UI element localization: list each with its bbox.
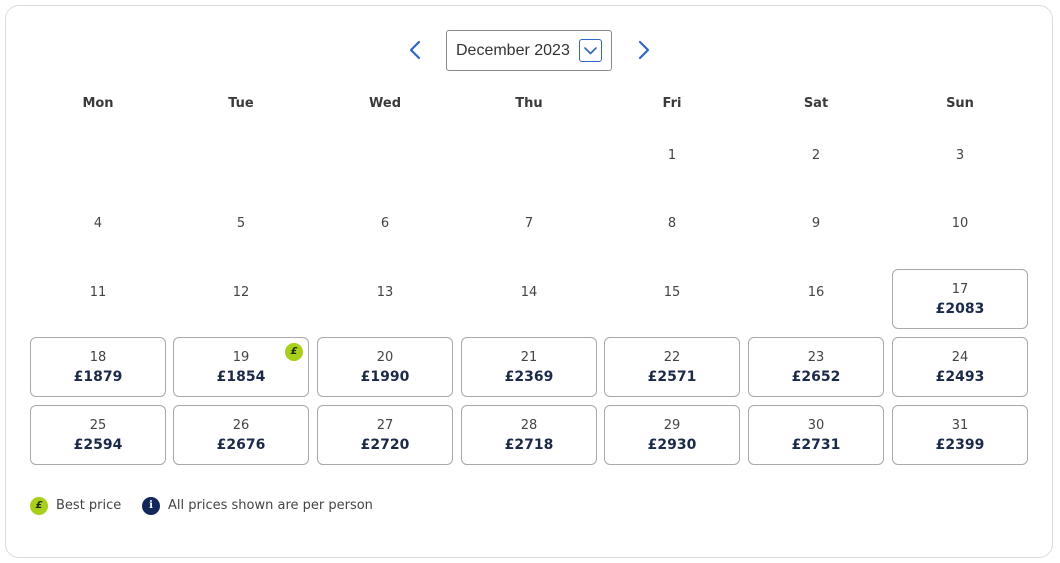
day-cell-priced[interactable]: 29 £2930 (604, 405, 740, 465)
day-number: 25 (89, 418, 107, 433)
day-cell-priced[interactable]: 21 £2369 (461, 337, 597, 397)
day-number: 23 (807, 350, 825, 365)
day-cell: 1 (604, 132, 740, 192)
day-cell-priced[interactable]: 24 £2493 (892, 337, 1028, 397)
day-cell: 13 (317, 269, 453, 329)
day-price: £2720 (360, 437, 410, 453)
day-cell: 2 (748, 132, 884, 192)
day-cell-priced[interactable]: 25 £2594 (30, 405, 166, 465)
chevron-right-icon (638, 40, 650, 60)
day-price: £2930 (647, 437, 697, 453)
day-number: 7 (524, 216, 534, 231)
weekday-sat: Sat (803, 96, 829, 111)
day-price: £1990 (360, 369, 410, 385)
day-number: 2 (811, 148, 821, 163)
day-price: £2676 (216, 437, 266, 453)
weekday-fri: Fri (662, 96, 682, 111)
day-price: £2369 (504, 369, 554, 385)
day-price: £2652 (791, 369, 841, 385)
day-cell-priced[interactable]: 19 £1854 £ (173, 337, 309, 397)
day-cell: 14 (461, 269, 597, 329)
day-cell-priced[interactable]: 18 £1879 (30, 337, 166, 397)
day-number: 10 (951, 216, 969, 231)
weekday-header-row: Mon Tue Wed Thu Fri Sat Sun (0, 96, 1060, 116)
day-number: 4 (93, 216, 103, 231)
month-select[interactable]: December 2023 (446, 30, 612, 71)
day-cell: 4 (30, 200, 166, 260)
best-price-badge-icon: £ (285, 343, 303, 361)
day-price: £2718 (504, 437, 554, 453)
day-cell: 8 (604, 200, 740, 260)
day-cell: 5 (173, 200, 309, 260)
day-cell-priced[interactable]: 28 £2718 (461, 405, 597, 465)
day-cell-priced[interactable]: 31 £2399 (892, 405, 1028, 465)
day-number: 5 (236, 216, 246, 231)
day-number: 14 (520, 285, 538, 300)
day-number: 31 (951, 418, 969, 433)
day-number: 6 (380, 216, 390, 231)
day-number: 30 (807, 418, 825, 433)
previous-month-button[interactable] (404, 38, 428, 62)
day-price: £1854 (216, 369, 266, 385)
month-select-value: December 2023 (456, 42, 570, 59)
day-number: 11 (89, 285, 107, 300)
day-cell: 9 (748, 200, 884, 260)
day-number: 29 (663, 418, 681, 433)
weekday-mon: Mon (82, 96, 114, 111)
day-cell-priced[interactable]: 27 £2720 (317, 405, 453, 465)
weekday-wed: Wed (369, 96, 401, 111)
day-cell: 10 (892, 200, 1028, 260)
day-cell: 3 (892, 132, 1028, 192)
day-number: 22 (663, 350, 681, 365)
day-cell-priced[interactable]: 26 £2676 (173, 405, 309, 465)
day-cell: 15 (604, 269, 740, 329)
day-number: 15 (663, 285, 681, 300)
day-number: 24 (951, 350, 969, 365)
legend-best-price-label: Best price (56, 498, 122, 513)
day-price: £2399 (935, 437, 985, 453)
next-month-button[interactable] (631, 38, 655, 62)
chevron-down-icon (584, 47, 597, 55)
weekday-sun: Sun (946, 96, 974, 111)
day-number: 8 (667, 216, 677, 231)
day-number: 13 (376, 285, 394, 300)
day-number: 20 (376, 350, 394, 365)
day-cell-priced[interactable]: 22 £2571 (604, 337, 740, 397)
day-cell: 16 (748, 269, 884, 329)
legend-info-label: All prices shown are per person (168, 498, 373, 513)
day-number: 3 (955, 148, 965, 163)
day-price: £2083 (935, 301, 985, 317)
day-price: £2731 (791, 437, 841, 453)
day-cell: 12 (173, 269, 309, 329)
day-cell: 11 (30, 269, 166, 329)
best-price-icon: £ (30, 497, 48, 515)
day-cell-priced[interactable]: 30 £2731 (748, 405, 884, 465)
day-cell-priced[interactable]: 20 £1990 (317, 337, 453, 397)
day-cell-priced[interactable]: 23 £2652 (748, 337, 884, 397)
day-number: 12 (232, 285, 250, 300)
day-number: 18 (89, 350, 107, 365)
day-number: 21 (520, 350, 538, 365)
chevron-left-icon (409, 40, 421, 60)
weekday-tue: Tue (228, 96, 254, 111)
day-price: £2493 (935, 369, 985, 385)
day-number: 28 (520, 418, 538, 433)
weekday-thu: Thu (515, 96, 543, 111)
day-cell: 7 (461, 200, 597, 260)
day-number: 16 (807, 285, 825, 300)
day-number: 27 (376, 418, 394, 433)
day-number: 9 (811, 216, 821, 231)
day-cell-priced[interactable]: 17 £2083 (892, 269, 1028, 329)
day-price: £2571 (647, 369, 697, 385)
day-number: 26 (232, 418, 250, 433)
day-price: £2594 (73, 437, 123, 453)
day-number: 17 (951, 282, 969, 297)
day-price: £1879 (73, 369, 123, 385)
day-number: 1 (667, 148, 677, 163)
day-cell: 6 (317, 200, 453, 260)
dropdown-toggle[interactable] (579, 39, 602, 62)
month-navigation: December 2023 (0, 30, 1060, 71)
info-icon: i (142, 497, 160, 515)
